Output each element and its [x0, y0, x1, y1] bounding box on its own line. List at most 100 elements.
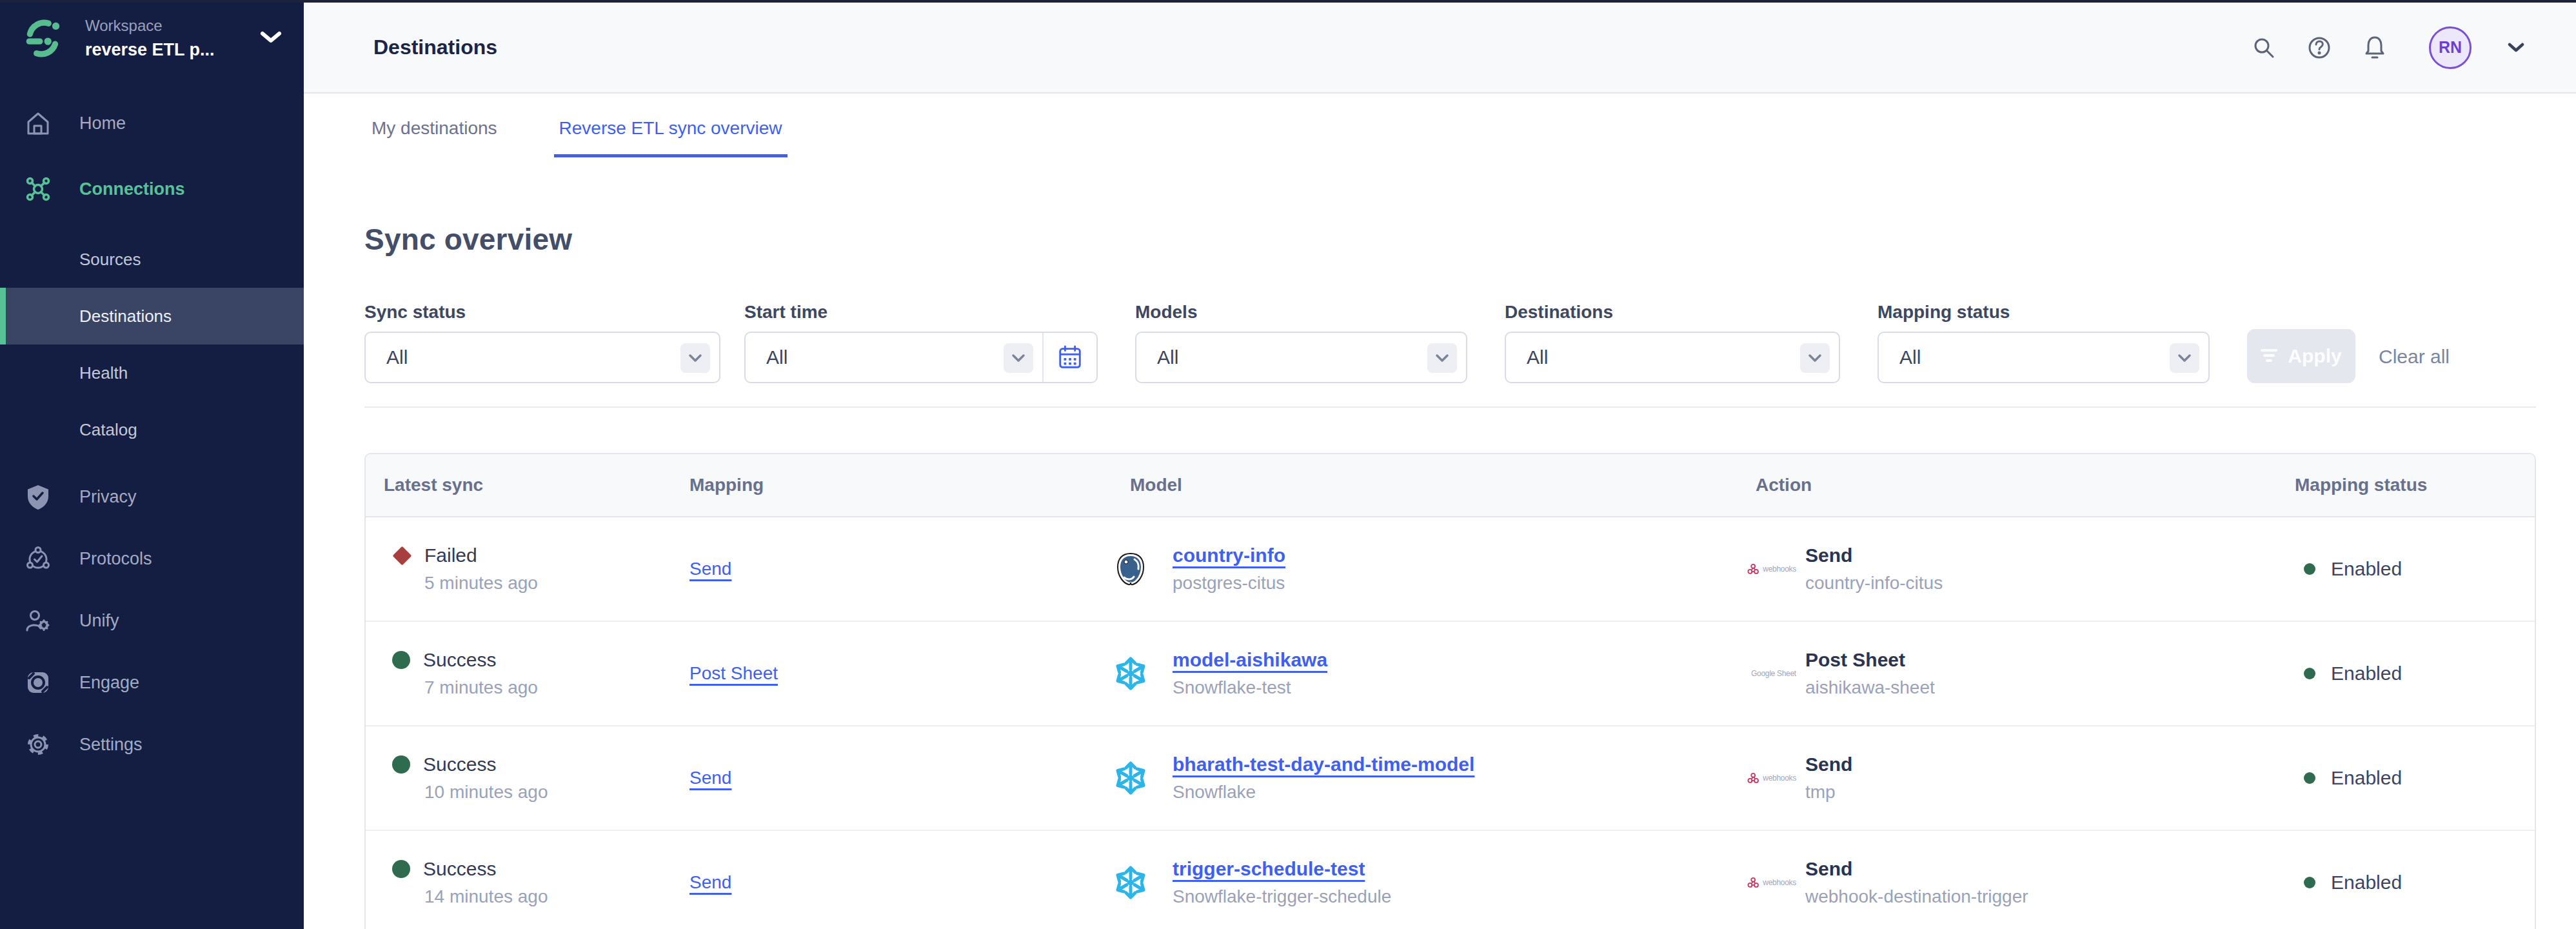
table-row: Failed 5 minutes ago Send country-info p…	[366, 517, 2535, 622]
avatar[interactable]: RN	[2429, 26, 2472, 69]
sidebar-item-home[interactable]: Home	[0, 92, 304, 154]
tab-my-destinations[interactable]: My destinations	[366, 118, 502, 157]
mapping-cell: Post Sheet	[689, 663, 1130, 684]
mapping-status-text: Enabled	[2331, 767, 2402, 789]
sidebar-item-settings[interactable]: Settings	[0, 714, 304, 775]
model-cell: trigger-schedule-test Snowflake-trigger-…	[1113, 858, 1756, 907]
snowflake-icon	[1113, 865, 1148, 900]
model-link[interactable]: country-info	[1173, 544, 1285, 566]
action-destination-name: tmp	[1805, 782, 1852, 803]
topbar: Destinations RN	[304, 0, 2576, 94]
calendar-icon[interactable]	[1042, 333, 1096, 382]
latest-sync-cell: Success 7 minutes ago	[384, 649, 689, 698]
mapping-status-select[interactable]: All	[1878, 332, 2210, 383]
sync-status-text: Failed	[424, 544, 477, 566]
sidebar: Workspace reverse ETL p... Home	[0, 0, 304, 929]
latest-sync-cell: Failed 5 minutes ago	[384, 544, 689, 594]
success-status-icon	[392, 755, 410, 774]
mapping-cell: Send	[689, 872, 1130, 893]
filter-label: Mapping status	[1878, 302, 2210, 323]
filter-label: Sync status	[364, 302, 720, 323]
sidebar-item-privacy[interactable]: Privacy	[0, 466, 304, 528]
filter-bar: Sync status All Start time All	[364, 302, 2536, 383]
webhooks-logo: webhooks	[1747, 874, 1796, 891]
mapping-link[interactable]: Post Sheet	[689, 663, 778, 683]
sidebar-item-label: Unify	[79, 611, 119, 631]
column-header-model: Model	[1130, 475, 1756, 495]
sync-status-select[interactable]: All	[364, 332, 720, 383]
sidebar-item-label: Privacy	[79, 487, 137, 507]
sync-table: Latest sync Mapping Model Action Mapping…	[364, 453, 2536, 929]
google-sheets-logo: Google Sheets	[1747, 666, 1796, 681]
action-destination-name: country-info-citus	[1805, 573, 1943, 594]
sync-status-text: Success	[423, 649, 496, 671]
model-link[interactable]: trigger-schedule-test	[1173, 858, 1391, 880]
mapping-status-cell: Enabled	[2295, 872, 2535, 894]
sidebar-item-health[interactable]: Health	[0, 345, 304, 401]
mapping-status-cell: Enabled	[2295, 663, 2535, 684]
filter-label: Start time	[744, 302, 1098, 323]
sync-time: 14 minutes ago	[392, 886, 689, 907]
mapping-link[interactable]: Send	[689, 559, 731, 579]
topbar-actions: RN	[2250, 26, 2524, 69]
app-root: Workspace reverse ETL p... Home	[0, 0, 2576, 929]
sync-time: 10 minutes ago	[392, 782, 689, 803]
column-header-mapping: Mapping	[689, 475, 1130, 495]
filter-mapping-status: Mapping status All	[1878, 302, 2210, 383]
search-icon[interactable]	[2250, 34, 2278, 62]
select-value: All	[766, 346, 788, 368]
apply-button[interactable]: Apply	[2247, 329, 2355, 383]
enabled-status-dot	[2304, 668, 2315, 679]
help-icon[interactable]	[2305, 34, 2333, 62]
sidebar-item-destinations[interactable]: Destinations	[0, 288, 304, 345]
sync-overview-section: Sync overview Sync status All Start time…	[304, 157, 2576, 929]
workspace-label: Workspace	[85, 17, 215, 35]
brand-label: Google Sheets	[1751, 669, 1796, 678]
clear-all-link[interactable]: Clear all	[2379, 346, 2450, 368]
sidebar-item-catalog[interactable]: Catalog	[0, 401, 304, 458]
window-top-edge	[0, 0, 2576, 3]
action-name: Send	[1805, 858, 2028, 880]
sidebar-item-unify[interactable]: Unify	[0, 590, 304, 652]
action-destination-name: webhook-destination-trigger	[1805, 886, 2028, 907]
bell-icon[interactable]	[2361, 34, 2389, 62]
filter-destinations: Destinations All	[1505, 302, 1840, 383]
table-row: Success 7 minutes ago Post Sheet model-a…	[366, 622, 2535, 726]
unify-icon	[24, 606, 52, 635]
sidebar-item-connections[interactable]: Connections	[0, 158, 304, 220]
sidebar-item-protocols[interactable]: Protocols	[0, 528, 304, 590]
workspace-switcher[interactable]: Workspace reverse ETL p...	[0, 0, 304, 75]
model-link[interactable]: model-aishikawa	[1173, 649, 1327, 671]
sidebar-item-engage[interactable]: Engage	[0, 652, 304, 714]
postgresql-icon	[1113, 552, 1148, 586]
account-chevron-down-icon[interactable]	[2508, 43, 2524, 53]
success-status-icon	[392, 860, 410, 878]
sidebar-item-label: Catalog	[79, 420, 137, 440]
sidebar-item-label: Health	[79, 363, 128, 383]
sidebar-item-sources[interactable]: Sources	[0, 231, 304, 288]
sync-time: 7 minutes ago	[392, 677, 689, 698]
model-link[interactable]: bharath-test-day-and-time-model	[1173, 754, 1474, 775]
page-title: Destinations	[373, 35, 497, 59]
enabled-status-dot	[2304, 563, 2315, 575]
connections-sub-list: Sources Destinations Health Catalog	[0, 231, 304, 458]
latest-sync-cell: Success 14 minutes ago	[384, 858, 689, 907]
main-area: Destinations RN My destinations Reverse	[304, 0, 2576, 929]
filter-label: Destinations	[1505, 302, 1840, 323]
tab-reverse-etl-sync-overview[interactable]: Reverse ETL sync overview	[554, 118, 788, 157]
mapping-link[interactable]: Send	[689, 768, 731, 788]
mapping-status-text: Enabled	[2331, 663, 2402, 684]
enabled-status-dot	[2304, 772, 2315, 784]
rudderstack-logo-icon	[22, 17, 64, 60]
models-select[interactable]: All	[1135, 332, 1467, 383]
enabled-status-dot	[2304, 877, 2315, 888]
table-row: Success 14 minutes ago Send trigger-sche…	[366, 831, 2535, 929]
destinations-select[interactable]: All	[1505, 332, 1840, 383]
brand-label: webhooks	[1763, 564, 1796, 574]
start-time-select[interactable]: All	[744, 332, 1098, 383]
mapping-cell: Send	[689, 768, 1130, 788]
mapping-link[interactable]: Send	[689, 872, 731, 892]
sidebar-item-label: Home	[79, 114, 126, 134]
select-value: All	[1527, 346, 1548, 368]
chevron-down-icon	[1427, 343, 1457, 373]
